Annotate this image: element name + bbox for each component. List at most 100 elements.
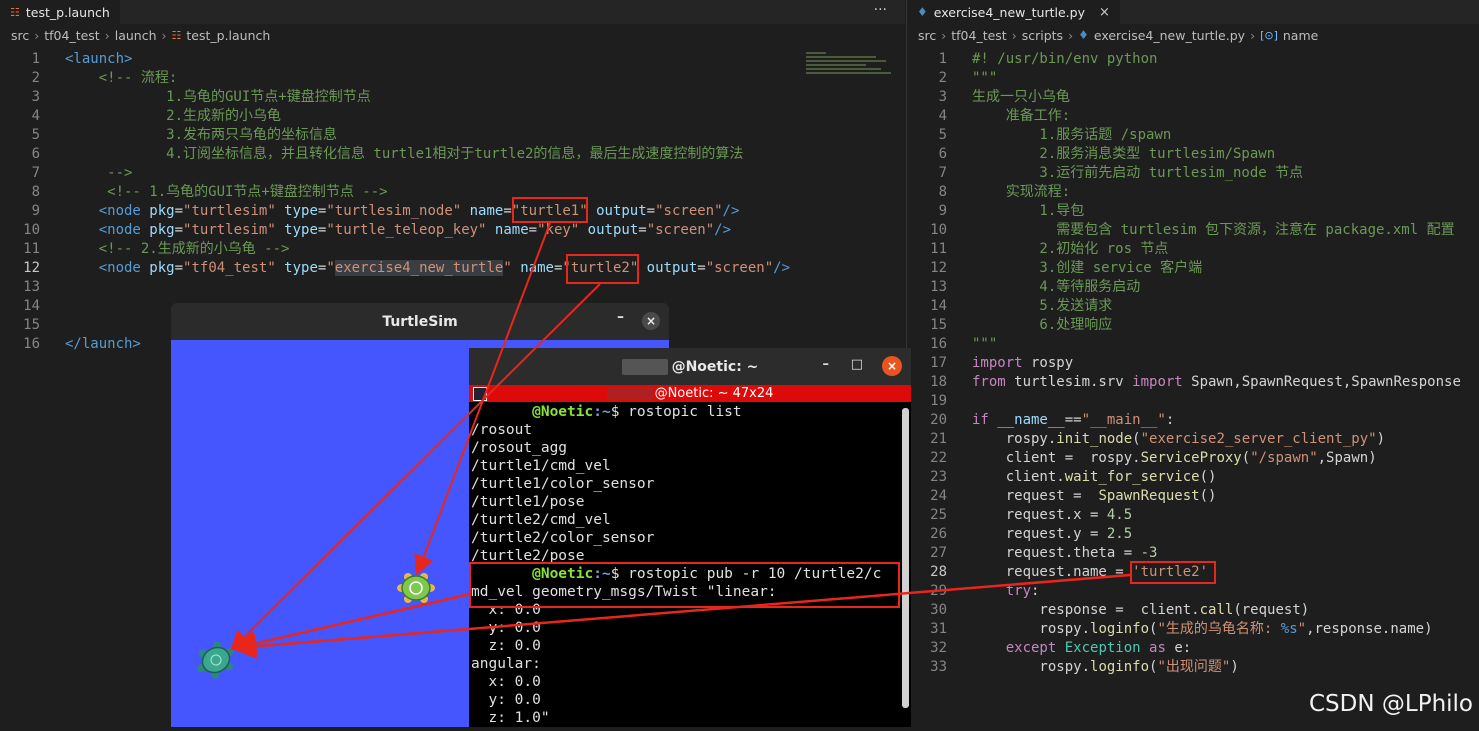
code-line[interactable]: 5 1.服务话题 /spawn xyxy=(907,126,1479,145)
line-number: 8 xyxy=(31,184,40,200)
code-line[interactable]: 15 6.处理响应 xyxy=(907,316,1479,335)
minimize-button[interactable]: – xyxy=(823,357,830,372)
python-file-icon: ♦ xyxy=(917,5,928,19)
more-actions-icon[interactable]: ··· xyxy=(874,2,887,18)
code-token: rospy. xyxy=(972,659,1091,675)
code-line[interactable]: 22 client = rospy.ServiceProxy("/spawn",… xyxy=(907,449,1479,468)
code-line[interactable]: 8 实现流程: xyxy=(907,183,1479,202)
code-token: = xyxy=(646,203,656,219)
breadcrumb-item[interactable]: launch xyxy=(115,28,157,43)
code-line[interactable]: 21 rospy.init_node("exercise2_server_cli… xyxy=(907,430,1479,449)
code-line[interactable]: 17 import rospy xyxy=(907,354,1479,373)
code-line[interactable]: 31 rospy.loginfo("生成的乌龟名称: %s",response.… xyxy=(907,620,1479,639)
close-button[interactable]: × xyxy=(882,356,902,376)
code-line[interactable]: 25 request.x = 4.5 xyxy=(907,506,1479,525)
code-line[interactable]: 10 需要包含 turtlesim 包下资源，注意在 package.xml 配… xyxy=(907,221,1479,240)
breadcrumb-item[interactable]: tf04_test xyxy=(44,28,99,43)
close-button[interactable]: × xyxy=(642,312,660,330)
code-line[interactable]: 12 3.创建 service 客户端 xyxy=(907,259,1479,278)
terminal-line: /turtle1/cmd_vel xyxy=(471,458,611,474)
line-number: 8 xyxy=(938,184,947,200)
terminal-titlebar[interactable]: @Noetic: ~ – □ × xyxy=(469,348,911,385)
code-line[interactable]: 2 """ xyxy=(907,69,1479,88)
minimap[interactable] xyxy=(806,50,896,90)
code-line[interactable]: 10 <node pkg="turtlesim" type="turtle_te… xyxy=(0,221,905,240)
code-line[interactable]: 6 4.订阅坐标信息，并且转化信息 turtle1相对于turtle2的信息，最… xyxy=(0,145,905,164)
code-token: exercise4_new_turtle xyxy=(334,260,504,276)
code-line[interactable]: 26 request.y = 2.5 xyxy=(907,525,1479,544)
code-line[interactable]: 4 准备工作: xyxy=(907,107,1479,126)
terminal-window: @Noetic: ~ – □ × @Noetic: ~ 47x24 @Noeti… xyxy=(469,348,911,727)
tab-test-p-launch[interactable]: ☷ test_p.launch xyxy=(0,0,120,24)
code-line[interactable]: 11 <!-- 2.生成新的小乌龟 --> xyxy=(0,240,905,259)
terminal-scrollbar[interactable] xyxy=(902,408,909,708)
turtle2-icon xyxy=(397,573,435,603)
code-line[interactable]: 7 3.运行前先启动 turtlesim_node 节点 xyxy=(907,164,1479,183)
code-line[interactable]: 8 <!-- 1.乌龟的GUI节点+键盘控制节点 --> xyxy=(0,183,905,202)
breadcrumb-item[interactable]: exercise4_new_turtle.py xyxy=(1094,28,1245,43)
code-line[interactable]: 20 if __name__=="__main__": xyxy=(907,411,1479,430)
code-token: = xyxy=(503,203,512,219)
breadcrumb-item[interactable]: tf04_test xyxy=(951,28,1006,43)
code-line[interactable]: 9 <node pkg="turtlesim" type="turtlesim_… xyxy=(0,202,905,221)
terminal-output[interactable]: @Noetic:~$ rostopic list/rosout/rosout_a… xyxy=(471,403,897,727)
code-line[interactable]: 13 4.等待服务启动 xyxy=(907,278,1479,297)
code-line[interactable]: 7 --> xyxy=(0,164,905,183)
line-number: 30 xyxy=(930,602,947,618)
code-line[interactable]: 27 request.theta = -3 xyxy=(907,544,1479,563)
code-line[interactable]: 12 <node pkg="tf04_test" type="exercise4… xyxy=(0,259,905,278)
code-line[interactable]: 1 <launch> xyxy=(0,50,905,69)
breadcrumb-item[interactable]: name xyxy=(1283,28,1318,43)
line-number: 7 xyxy=(31,165,40,181)
breadcrumb-item[interactable]: test_p.launch xyxy=(186,28,270,43)
code-token: from xyxy=(972,374,1006,390)
code-line[interactable]: 19 xyxy=(907,392,1479,411)
maximize-button[interactable]: □ xyxy=(851,357,863,372)
code-line[interactable]: 2 <!-- 流程: xyxy=(0,69,905,88)
code-line[interactable]: 14 5.发送请求 xyxy=(907,297,1479,316)
code-line[interactable]: 23 client.wait_for_service() xyxy=(907,468,1479,487)
close-icon[interactable]: × xyxy=(1099,5,1110,20)
breadcrumb-item[interactable]: scripts xyxy=(1022,28,1063,43)
turtlesim-titlebar[interactable]: TurtleSim – × xyxy=(171,303,669,340)
line-number: 31 xyxy=(930,621,947,637)
terminal-line: angular: xyxy=(471,656,541,672)
python-editor-pane: ♦ exercise4_new_turtle.py × src › tf04_t… xyxy=(906,0,1479,727)
code-line[interactable]: 16 """ xyxy=(907,335,1479,354)
code-line[interactable]: 4 2.生成新的小乌龟 xyxy=(0,107,905,126)
code-line[interactable]: 11 2.初始化 ros 节点 xyxy=(907,240,1479,259)
minimize-button[interactable]: – xyxy=(617,309,624,325)
terminal-command: $ rostopic pub -r 10 /turtle2/c xyxy=(610,566,882,582)
tab-exercise4-new-turtle[interactable]: ♦ exercise4_new_turtle.py × xyxy=(907,0,1120,24)
code-line[interactable]: 33 rospy.loginfo("出现问题") xyxy=(907,658,1479,677)
code-line[interactable]: 28 request.name = 'turtle2' xyxy=(907,563,1479,582)
code-token: () xyxy=(1199,488,1217,504)
breadcrumb-item[interactable]: src xyxy=(11,28,29,43)
code-token: /> xyxy=(714,222,731,238)
code-line[interactable]: 13 xyxy=(0,278,905,297)
code-line[interactable]: 18 from turtlesim.srv import Spawn,SpawnR… xyxy=(907,373,1479,392)
code-line[interactable]: 6 2.服务消息类型 turtlesim/Spawn xyxy=(907,145,1479,164)
breadcrumb-item[interactable]: src xyxy=(918,28,936,43)
code-line[interactable]: 29 try: xyxy=(907,582,1479,601)
code-line[interactable]: 1 #! /usr/bin/env python xyxy=(907,50,1479,69)
code-line[interactable]: 30 response = client.call(request) xyxy=(907,601,1479,620)
line-number: 23 xyxy=(930,469,947,485)
terminal-command: $ rostopic list xyxy=(610,404,742,420)
code-line[interactable]: 9 1.导包 xyxy=(907,202,1479,221)
redacted-username xyxy=(621,358,668,375)
code-area[interactable]: 1 #! /usr/bin/env python 2 """ 3 生成一只小乌龟 4 准备工… xyxy=(907,50,1479,677)
code-token: "__main__" xyxy=(1081,412,1166,428)
terminal-prompt: :~ xyxy=(593,566,611,582)
code-line[interactable]: 3 1.乌龟的GUI节点+键盘控制节点 xyxy=(0,88,905,107)
code-line[interactable]: 32 except Exception as e: xyxy=(907,639,1479,658)
code-line[interactable]: 5 3.发布两只乌龟的坐标信息 xyxy=(0,126,905,145)
code-token: request.name = xyxy=(972,564,1133,580)
line-number: 6 xyxy=(938,146,947,162)
code-line[interactable]: 3 生成一只小乌龟 xyxy=(907,88,1479,107)
code-token: 2.生成新的小乌龟 xyxy=(65,108,282,124)
code-line[interactable]: 24 request = SpawnRequest() xyxy=(907,487,1479,506)
terminal-line: @Noetic:~$ rostopic list xyxy=(471,403,897,421)
code-token: "turtlesim" xyxy=(183,203,276,219)
code-token: = xyxy=(697,260,706,276)
